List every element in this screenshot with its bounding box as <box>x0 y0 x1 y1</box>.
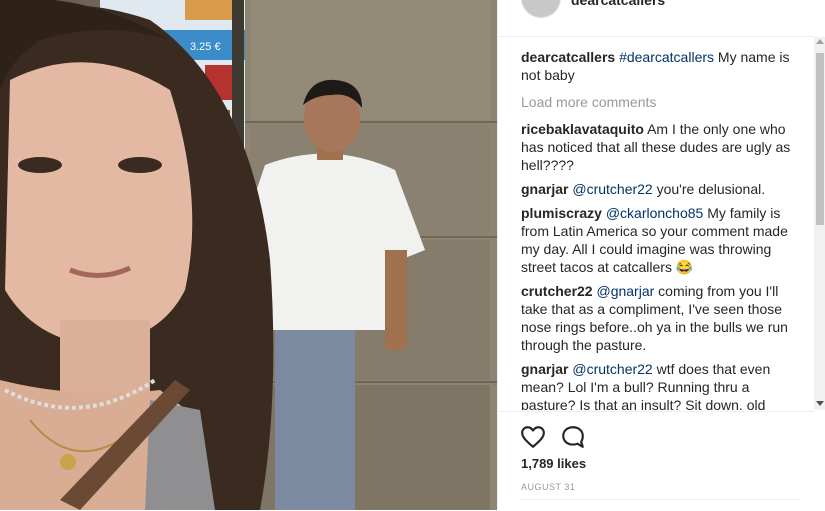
scroll-thumb[interactable] <box>816 53 824 225</box>
post-photo[interactable]: 3.25 € <box>0 0 497 510</box>
comment-username[interactable]: ricebaklavataquito <box>521 121 644 137</box>
comments-panel: dearcatcallers dearcatcallers #dearcatca… <box>497 0 825 510</box>
divider <box>521 499 801 500</box>
comment-mention[interactable]: @crutcher22 <box>572 181 652 197</box>
comments-list[interactable]: dearcatcallers #dearcatcallers My name i… <box>498 37 814 410</box>
comment-username[interactable]: gnarjar <box>521 181 568 197</box>
sign-price: 3.25 € <box>190 41 221 53</box>
comment-username[interactable]: crutcher22 <box>521 283 593 299</box>
comment-text: you're delusional. <box>652 181 766 197</box>
list-item: crutcher22 @gnarjar coming from you I'll… <box>521 282 804 354</box>
comments-scrollbar[interactable] <box>814 37 825 410</box>
list-item: gnarjar @crutcher22 you're delusional. <box>521 180 804 198</box>
post-actions: 1,789 likes AUGUST 31 <box>498 411 814 511</box>
comment-mention[interactable]: @crutcher22 <box>572 361 652 377</box>
load-more-comments-link[interactable]: Load more comments <box>521 92 804 112</box>
caption: dearcatcallers #dearcatcallers My name i… <box>521 48 804 84</box>
comment-mention[interactable]: @ckarloncho85 <box>606 205 704 221</box>
scroll-down-arrow-icon[interactable] <box>816 401 824 406</box>
comment-username[interactable]: plumiscrazy <box>521 205 602 221</box>
comment-username[interactable]: gnarjar <box>521 361 568 377</box>
caption-hashtag[interactable]: #dearcatcallers <box>619 49 714 65</box>
header-username[interactable]: dearcatcallers <box>571 0 665 8</box>
likes-count[interactable]: 1,789 likes <box>521 456 586 471</box>
post-date: AUGUST 31 <box>521 482 576 492</box>
avatar[interactable] <box>521 0 561 18</box>
list-item: ricebaklavataquito Am I the only one who… <box>521 120 804 174</box>
post-header: dearcatcallers <box>498 0 814 37</box>
photo-illustration: 3.25 € <box>0 0 497 510</box>
caption-username[interactable]: dearcatcallers <box>521 49 615 65</box>
comment-bubble-icon[interactable] <box>560 424 586 450</box>
list-item: plumiscrazy @ckarloncho85 My family is f… <box>521 204 804 276</box>
scroll-up-arrow-icon[interactable] <box>816 39 824 44</box>
comment-mention[interactable]: @gnarjar <box>596 283 654 299</box>
list-item: gnarjar @crutcher22 wtf does that even m… <box>521 360 804 410</box>
heart-icon[interactable] <box>520 424 546 450</box>
